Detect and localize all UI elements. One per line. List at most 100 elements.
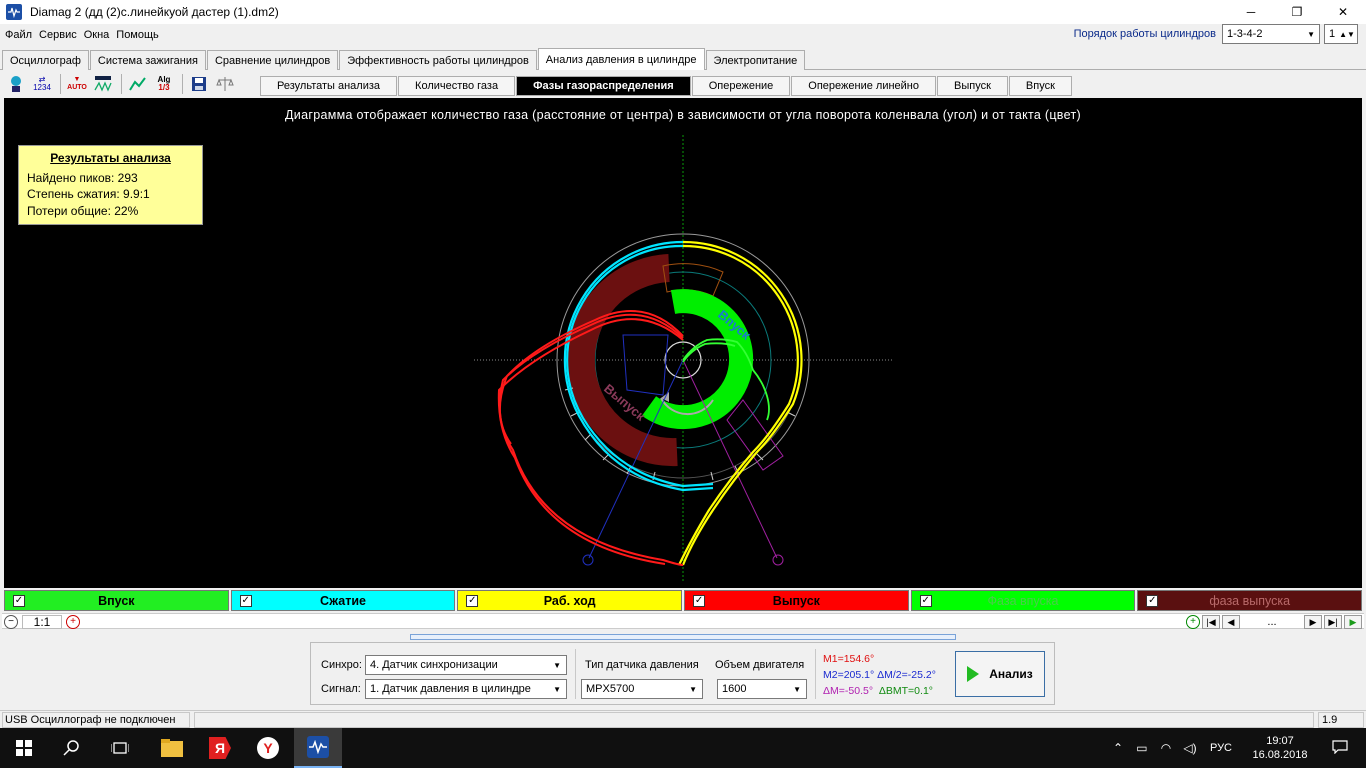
- sensor-icon[interactable]: [4, 72, 28, 96]
- marker-dm-value: ΔM=-50.5°: [823, 685, 874, 697]
- trigger-auto-label: AUTO: [67, 84, 87, 91]
- chevron-up-icon[interactable]: ⌃: [1106, 741, 1130, 755]
- polar-diagram[interactable]: Впуск Выпуск Диаграмма отображает количе…: [4, 98, 1362, 588]
- file-explorer-icon[interactable]: [148, 728, 196, 768]
- minimize-button[interactable]: ─: [1228, 0, 1274, 24]
- wifi-icon[interactable]: ◠: [1154, 741, 1178, 755]
- status-empty-panel: [194, 712, 1314, 728]
- results-losses: Потери общие: 22%: [27, 203, 139, 218]
- subtab-gas-amount[interactable]: Количество газа: [398, 76, 516, 96]
- tab-ignition-system[interactable]: Система зажигания: [89, 50, 206, 70]
- window-title: Diamag 2 (дд (2)с.линейкуой дастер (1).d…: [30, 5, 279, 19]
- legend-intake[interactable]: ✓ Впуск: [4, 590, 229, 611]
- legend-power[interactable]: ✓ Раб. ход: [457, 590, 683, 611]
- marker-m1-handle[interactable]: [582, 554, 594, 566]
- maximize-button[interactable]: ❐: [1274, 0, 1320, 24]
- next-page-icon[interactable]: ▶: [1304, 615, 1322, 629]
- sensor-type-select[interactable]: MPX5700 ▼: [581, 679, 703, 699]
- cylinder-order-label: Порядок работы цилиндров: [1073, 28, 1216, 40]
- app-logo-icon: [6, 4, 22, 20]
- version-status: 1.9: [1318, 712, 1364, 728]
- signal-select[interactable]: 1. Датчик давления в цилиндре ▼: [365, 679, 567, 699]
- diagram-caption: Диаграмма отображает количество газа (ра…: [285, 108, 1081, 122]
- checkbox-checked-icon[interactable]: ✓: [239, 594, 252, 607]
- start-icon[interactable]: [0, 728, 48, 768]
- sync-label: Синхро:: [321, 659, 362, 671]
- polar-chart-svg: Впуск Выпуск: [474, 135, 892, 582]
- graph-icon[interactable]: [126, 72, 150, 96]
- system-tray: ⌃ ▭ ◠ ◁) РУС 19:07 16.08.2018: [1106, 728, 1366, 768]
- sensor-type-value: MPX5700: [586, 683, 635, 695]
- task-view-icon[interactable]: [96, 728, 144, 768]
- analyze-button[interactable]: Анализ: [955, 651, 1045, 697]
- checkbox-checked-icon[interactable]: ✓: [919, 594, 932, 607]
- play-icon[interactable]: ▶: [1344, 615, 1362, 629]
- subtab-exhaust[interactable]: Выпуск: [937, 76, 1008, 96]
- yandex-icon[interactable]: Y: [244, 728, 292, 768]
- language-indicator[interactable]: РУС: [1210, 742, 1232, 754]
- legend-intake-label: Впуск: [98, 593, 135, 608]
- zoom-out-icon[interactable]: −: [4, 615, 18, 629]
- marker-m2-handle[interactable]: [772, 554, 784, 566]
- legend-intake-phase-label: Фаза впуска: [987, 593, 1059, 608]
- marker-m1-window: [622, 334, 669, 396]
- panel-divider: [815, 649, 816, 699]
- tab-cylinder-efficiency[interactable]: Эффективность работы цилиндров: [339, 50, 537, 70]
- subtab-advance-linear[interactable]: Опережение линейно: [791, 76, 937, 96]
- search-icon[interactable]: [48, 728, 96, 768]
- sensor-type-label: Тип датчика давления: [585, 659, 699, 671]
- horizontal-scrollbar[interactable]: [410, 634, 956, 640]
- legend-exhaust[interactable]: ✓ Выпуск: [684, 590, 909, 611]
- tab-pressure-analysis[interactable]: Анализ давления в цилиндре: [537, 48, 705, 70]
- algorithm-icon[interactable]: Alg 1/3: [152, 72, 176, 96]
- tab-power-supply[interactable]: Электропитание: [705, 50, 806, 70]
- sync-select[interactable]: 4. Датчик синхронизации ▼: [365, 655, 567, 675]
- last-page-icon[interactable]: ▶|: [1324, 615, 1342, 629]
- menu-windows[interactable]: Окна: [81, 29, 114, 41]
- legend-compression[interactable]: ✓ Сжатие: [230, 590, 456, 611]
- taskbar-clock[interactable]: 19:07 16.08.2018: [1240, 734, 1320, 762]
- trigger-auto-icon[interactable]: ▼ AUTO: [65, 72, 89, 96]
- subtab-advance[interactable]: Опережение: [691, 76, 791, 96]
- tab-oscilloscope[interactable]: Осциллограф: [2, 50, 89, 70]
- legend-intake-phase[interactable]: ✓ Фаза впуска: [910, 590, 1136, 611]
- legend-exhaust-phase[interactable]: ✓ фаза выпуска: [1137, 590, 1363, 611]
- marker-values: M1=154.6° M2=205.1° ΔM/2=-25.2° ΔM=-50.5…: [823, 651, 936, 699]
- prev-page-icon[interactable]: ◀: [1222, 615, 1240, 629]
- subtab-valve-timing[interactable]: Фазы газораспределения: [516, 76, 691, 96]
- clock-time: 19:07: [1266, 735, 1294, 747]
- subtab-intake[interactable]: Впуск: [1008, 76, 1072, 96]
- menu-help[interactable]: Помощь: [113, 29, 163, 41]
- cylinder-order-select[interactable]: 1-3-4-2 ▼: [1222, 24, 1320, 44]
- waveform-icon[interactable]: [91, 72, 115, 96]
- add-marker-icon[interactable]: +: [1186, 615, 1200, 629]
- zoom-in-icon[interactable]: +: [66, 615, 80, 629]
- control-panel: Синхро: 4. Датчик синхронизации ▼ Сигнал…: [310, 642, 1055, 705]
- results-title: Результаты анализа: [50, 151, 171, 165]
- tab-cylinder-comparison[interactable]: Сравнение цилиндров: [206, 50, 339, 70]
- legend-exhaust-phase-label: фаза выпуска: [1209, 593, 1291, 608]
- diamag-taskbar-icon[interactable]: [294, 728, 342, 768]
- legend-exhaust-label: Выпуск: [772, 593, 820, 608]
- chevron-down-icon: ▼: [793, 684, 801, 694]
- cylinder-number-spinner[interactable]: 1 ▲▼: [1324, 24, 1358, 44]
- volume-icon[interactable]: ◁): [1178, 741, 1202, 755]
- menu-service[interactable]: Сервис: [36, 29, 81, 41]
- close-button[interactable]: ✕: [1320, 0, 1366, 24]
- menu-file[interactable]: Файл: [2, 29, 36, 41]
- scale-1234-icon[interactable]: ⇄ 1234: [30, 72, 54, 96]
- checkbox-checked-icon[interactable]: ✓: [13, 594, 25, 607]
- yandex-browser-icon[interactable]: Я: [196, 728, 244, 768]
- checkbox-checked-icon[interactable]: ✓: [1146, 594, 1159, 607]
- save-icon[interactable]: [187, 72, 211, 96]
- checkbox-checked-icon[interactable]: ✓: [466, 594, 479, 607]
- balance-icon[interactable]: [213, 72, 237, 96]
- panel-divider: [575, 649, 576, 699]
- first-page-icon[interactable]: |◀: [1202, 615, 1220, 629]
- subtab-results[interactable]: Результаты анализа: [260, 76, 398, 96]
- engine-volume-select[interactable]: 1600 ▼: [717, 679, 807, 699]
- chevron-down-icon: ▼: [553, 684, 561, 694]
- checkbox-checked-icon[interactable]: ✓: [693, 594, 706, 607]
- battery-icon[interactable]: ▭: [1130, 741, 1154, 755]
- notifications-icon[interactable]: [1320, 739, 1360, 757]
